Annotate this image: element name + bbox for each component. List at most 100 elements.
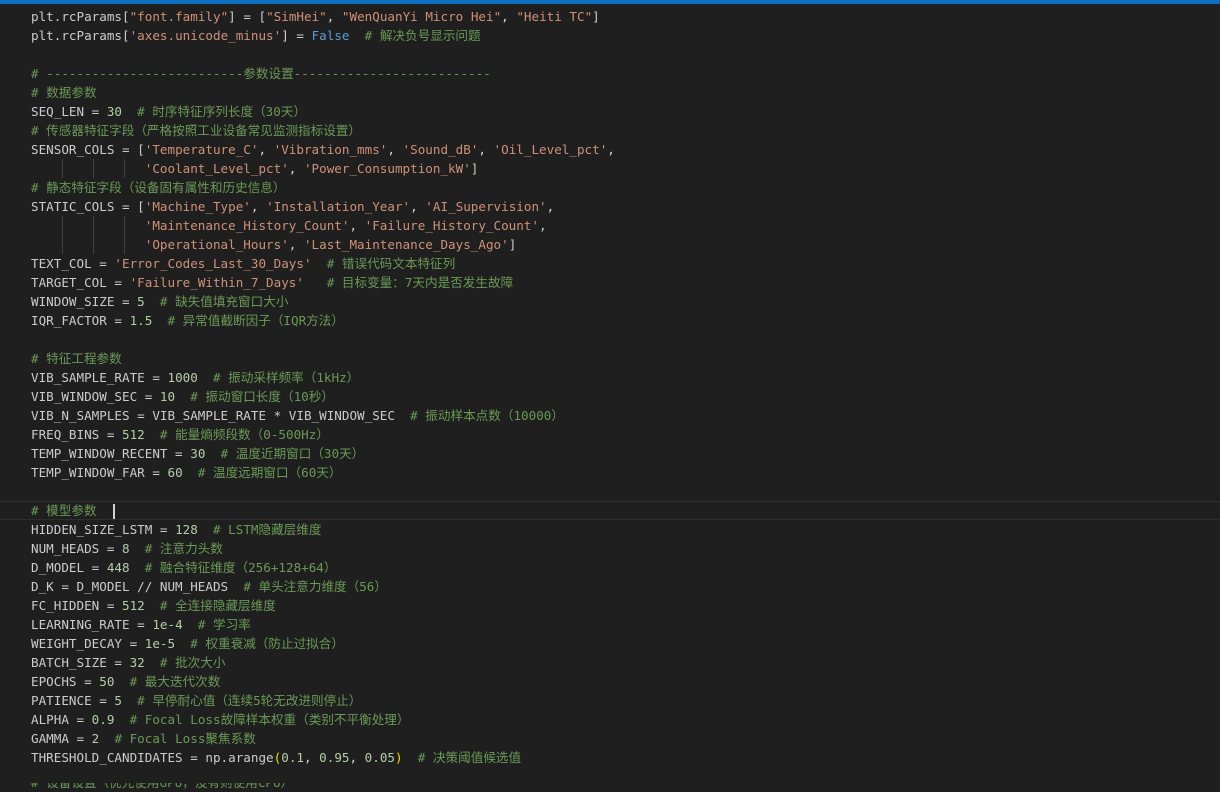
code-editor[interactable]: plt.rcParams["font.family"] = ["SimHei",… bbox=[0, 0, 1220, 792]
code-punctuation: , bbox=[258, 142, 274, 157]
code-line-current[interactable]: # 模型参数 bbox=[0, 501, 1220, 520]
code-comment: # 学习率 bbox=[197, 617, 251, 632]
code-string: 'Temperature_C' bbox=[144, 142, 259, 157]
code-line[interactable]: IQR_FACTOR = 1.5 # 异常值截断因子（IQR方法） bbox=[0, 311, 1220, 330]
code-comment: # 缺失值填充窗口大小 bbox=[159, 294, 289, 309]
code-line[interactable]: TEMP_WINDOW_FAR = 60 # 温度远期窗口（60天） bbox=[0, 463, 1220, 482]
code-punctuation bbox=[31, 218, 145, 233]
code-line[interactable]: WEIGHT_DECAY = 1e-5 # 权重衰减（防止过拟合） bbox=[0, 634, 1220, 653]
code-number: 0.05 bbox=[364, 750, 396, 765]
code-number: 0.9 bbox=[91, 712, 115, 727]
code-line[interactable]: # 传感器特征字段（严格按照工业设备常见监测指标设置） bbox=[0, 121, 1220, 140]
code-line[interactable]: NUM_HEADS = 8 # 注意力头数 bbox=[0, 539, 1220, 558]
text-cursor bbox=[112, 504, 115, 519]
code-string: "Heiti TC" bbox=[516, 9, 593, 24]
code-line[interactable]: WINDOW_SIZE = 5 # 缺失值填充窗口大小 bbox=[0, 292, 1220, 311]
code-line[interactable]: 'Operational_Hours', 'Last_Maintenance_D… bbox=[0, 235, 1220, 254]
code-token: VIB_WINDOW_SEC = bbox=[31, 389, 160, 404]
code-comment: # Focal Loss故障样本权重（类别不平衡处理） bbox=[129, 712, 410, 727]
code-line[interactable]: FC_HIDDEN = 512 # 全连接隐藏层维度 bbox=[0, 596, 1220, 615]
code-token: TEMP_WINDOW_FAR = bbox=[31, 465, 168, 480]
code-string: "WenQuanYi Micro Hei" bbox=[341, 9, 502, 24]
code-punctuation bbox=[130, 560, 145, 575]
code-number: 60 bbox=[167, 465, 183, 480]
code-token: ] bbox=[592, 9, 600, 24]
code-line[interactable]: LEARNING_RATE = 1e-4 # 学习率 bbox=[0, 615, 1220, 634]
code-token: ALPHA = bbox=[31, 712, 92, 727]
code-comment: # --------------------------参数设置--------… bbox=[31, 66, 491, 81]
code-line[interactable]: D_MODEL = 448 # 融合特征维度（256+128+64） bbox=[0, 558, 1220, 577]
code-punctuation bbox=[145, 427, 160, 442]
code-token: FREQ_BINS = bbox=[31, 427, 122, 442]
code-line[interactable]: 'Coolant_Level_pct', 'Power_Consumption_… bbox=[0, 159, 1220, 178]
code-line[interactable]: THRESHOLD_CANDIDATES = np.arange(0.1, 0.… bbox=[0, 748, 1220, 767]
code-line[interactable] bbox=[0, 482, 1220, 501]
code-line[interactable]: BATCH_SIZE = 32 # 批次大小 bbox=[0, 653, 1220, 672]
code-line[interactable]: # --------------------------参数设置--------… bbox=[0, 64, 1220, 83]
code-punctuation bbox=[152, 313, 167, 328]
code-line[interactable] bbox=[0, 330, 1220, 349]
code-token: THRESHOLD_CANDIDATES = np.arange bbox=[31, 750, 274, 765]
code-comment: # 传感器特征字段（严格按照工业设备常见监测指标设置） bbox=[31, 123, 362, 138]
code-line[interactable]: TARGET_COL = 'Failure_Within_7_Days' # 目… bbox=[0, 273, 1220, 292]
indent-guide bbox=[124, 216, 125, 235]
code-token: STATIC_COLS = [ bbox=[31, 199, 145, 214]
code-line[interactable]: # 特征工程参数 bbox=[0, 349, 1220, 368]
code-line[interactable]: ALPHA = 0.9 # Focal Loss故障样本权重（类别不平衡处理） bbox=[0, 710, 1220, 729]
code-line[interactable]: VIB_N_SAMPLES = VIB_SAMPLE_RATE * VIB_WI… bbox=[0, 406, 1220, 425]
code-punctuation bbox=[304, 275, 327, 290]
code-token: SEQ_LEN = bbox=[31, 104, 107, 119]
code-comment: # 权重衰减（防止过拟合） bbox=[190, 636, 344, 651]
code-keyword: False bbox=[311, 28, 350, 43]
code-line[interactable]: SEQ_LEN = 30 # 时序特征序列长度（30天） bbox=[0, 102, 1220, 121]
code-line[interactable]: EPOCHS = 50 # 最大迭代次数 bbox=[0, 672, 1220, 691]
code-line[interactable]: SENSOR_COLS = ['Temperature_C', 'Vibrati… bbox=[0, 140, 1220, 159]
code-line[interactable]: 'Maintenance_History_Count', 'Failure_Hi… bbox=[0, 216, 1220, 235]
code-line[interactable]: TEMP_WINDOW_RECENT = 30 # 温度近期窗口（30天） bbox=[0, 444, 1220, 463]
code-token: BATCH_SIZE = bbox=[31, 655, 130, 670]
code-punctuation bbox=[183, 617, 198, 632]
code-punctuation bbox=[175, 389, 190, 404]
code-punctuation bbox=[228, 579, 243, 594]
code-line[interactable]: D_K = D_MODEL // NUM_HEADS # 单头注意力维度（56） bbox=[0, 577, 1220, 596]
code-string: 'Error_Codes_Last_30_Days' bbox=[114, 256, 312, 271]
code-line[interactable]: TEXT_COL = 'Error_Codes_Last_30_Days' # … bbox=[0, 254, 1220, 273]
code-punctuation bbox=[122, 104, 137, 119]
code-string: 'Last_Maintenance_Days_Ago' bbox=[303, 237, 509, 252]
code-string: 'axes.unicode_minus' bbox=[129, 28, 282, 43]
code-line[interactable]: VIB_WINDOW_SEC = 10 # 振动窗口长度（10秒） bbox=[0, 387, 1220, 406]
code-token: LEARNING_RATE = bbox=[31, 617, 153, 632]
code-punctuation: , bbox=[478, 142, 494, 157]
code-line[interactable]: plt.rcParams['axes.unicode_minus'] = Fal… bbox=[0, 26, 1220, 45]
indent-guide bbox=[62, 159, 63, 178]
code-line[interactable]: FREQ_BINS = 512 # 能量熵频段数（0-500Hz） bbox=[0, 425, 1220, 444]
code-line[interactable]: # 数据参数 bbox=[0, 83, 1220, 102]
code-line[interactable]: VIB_SAMPLE_RATE = 1000 # 振动采样频率（1kHz） bbox=[0, 368, 1220, 387]
code-punctuation: , bbox=[349, 218, 365, 233]
code-comment: # 静态特征字段（设备固有属性和历史信息） bbox=[31, 180, 286, 195]
code-lines[interactable]: plt.rcParams["font.family"] = ["SimHei",… bbox=[0, 7, 1220, 786]
code-line[interactable]: HIDDEN_SIZE_LSTM = 128 # LSTM隐藏层维度 bbox=[0, 520, 1220, 539]
code-number: 1e-5 bbox=[144, 636, 176, 651]
code-line[interactable]: # 静态特征字段（设备固有属性和历史信息） bbox=[0, 178, 1220, 197]
code-line[interactable]: PATIENCE = 5 # 早停耐心值（连续5轮无改进则停止） bbox=[0, 691, 1220, 710]
code-comment: # 全连接隐藏层维度 bbox=[159, 598, 276, 613]
code-punctuation: , bbox=[501, 9, 517, 24]
code-punctuation: , bbox=[250, 199, 267, 214]
code-line[interactable]: STATIC_COLS = ['Machine_Type', 'Installa… bbox=[0, 197, 1220, 216]
code-number: 1e-4 bbox=[152, 617, 183, 632]
code-punctuation bbox=[31, 161, 145, 176]
code-line[interactable] bbox=[0, 45, 1220, 64]
code-string: 'Machine_Type' bbox=[144, 199, 251, 214]
code-line[interactable]: plt.rcParams["font.family"] = ["SimHei",… bbox=[0, 7, 1220, 26]
code-punctuation bbox=[395, 408, 410, 423]
code-number: 30 bbox=[190, 446, 206, 461]
code-punctuation bbox=[122, 693, 137, 708]
code-token: VIB_N_SAMPLES = VIB_SAMPLE_RATE * VIB_WI… bbox=[31, 408, 395, 423]
code-token: HIDDEN_SIZE_LSTM = bbox=[31, 522, 176, 537]
code-line[interactable]: GAMMA = 2 # Focal Loss聚焦系数 bbox=[0, 729, 1220, 748]
code-punctuation bbox=[114, 712, 129, 727]
code-comment: # 早停耐心值（连续5轮无改进则停止） bbox=[137, 693, 362, 708]
code-punctuation bbox=[145, 655, 160, 670]
code-string: 'Failure_Within_7_Days' bbox=[129, 275, 304, 290]
